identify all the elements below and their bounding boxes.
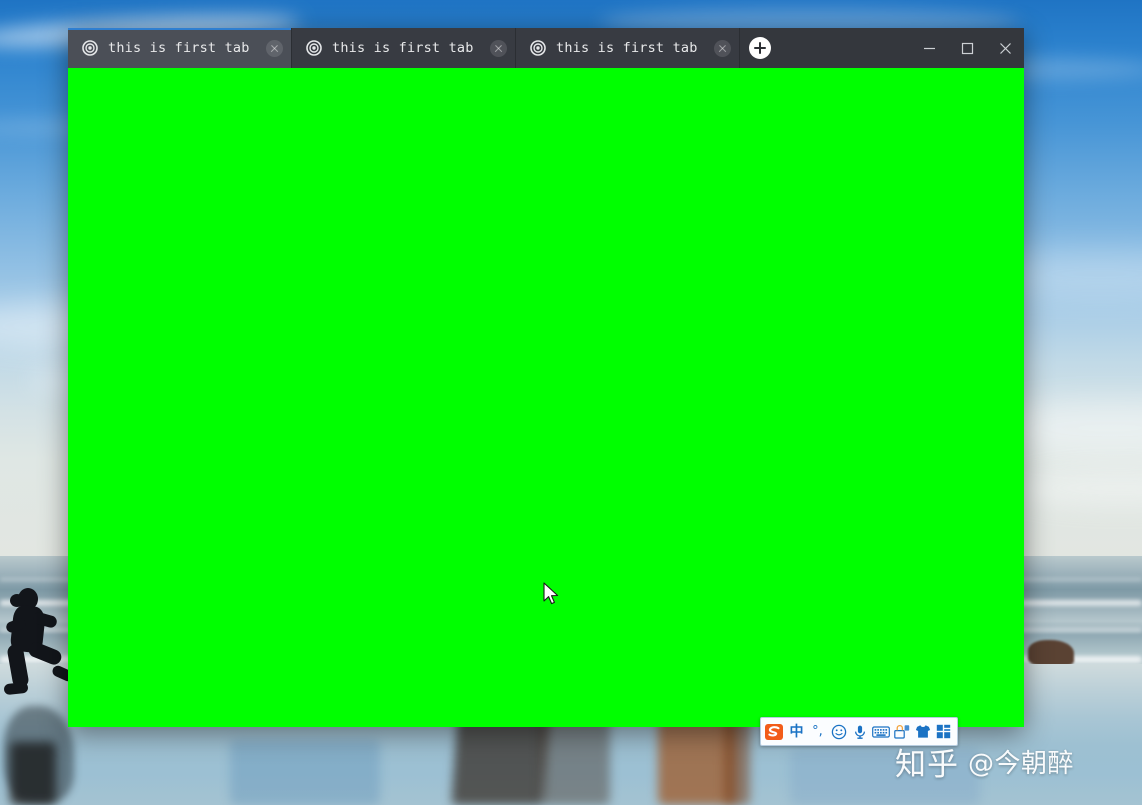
tab-close-button-1[interactable]	[490, 39, 507, 57]
target-circle-icon	[530, 40, 546, 56]
emoji-button[interactable]	[828, 719, 849, 744]
runner-reflection	[4, 706, 74, 802]
tab-item-1[interactable]: this is first tab	[292, 28, 516, 68]
soft-keyboard-button[interactable]	[870, 719, 891, 744]
window-controls	[910, 28, 1024, 68]
window-titlebar: this is first tab this is first tab this…	[68, 28, 1024, 68]
maximize-button[interactable]	[948, 28, 986, 68]
new-tab-button[interactable]	[749, 37, 771, 59]
keyboard-icon	[871, 725, 890, 738]
window-content-area[interactable]	[68, 68, 1024, 727]
titlebar-drag-area[interactable]	[771, 28, 910, 68]
tab-close-button-0[interactable]	[266, 39, 283, 57]
screenshot-icon	[893, 725, 909, 739]
emoji-icon	[831, 724, 846, 739]
grid-toolbox-icon	[936, 724, 951, 739]
chinese-mode-toggle[interactable]: 中	[786, 719, 807, 744]
tab-item-2[interactable]: this is first tab	[516, 28, 740, 68]
sand-reflection	[540, 714, 610, 805]
tab-close-button-2[interactable]	[714, 39, 731, 57]
app-window: this is first tab this is first tab this…	[68, 28, 1024, 727]
shore-rock	[1028, 640, 1074, 666]
desktop: this is first tab this is first tab this…	[0, 0, 1142, 805]
watermark: 知乎 @今朝醉	[895, 739, 1074, 784]
sogou-logo-icon[interactable]	[761, 719, 786, 744]
punctuation-toggle[interactable]: °,	[807, 719, 828, 744]
maximize-icon	[961, 42, 973, 54]
close-icon	[999, 42, 1011, 54]
runner-silhouette	[0, 588, 76, 704]
voice-input-button[interactable]	[849, 719, 870, 744]
tab-title-1: this is first tab	[332, 40, 474, 56]
tab-strip: this is first tab this is first tab this…	[68, 28, 771, 68]
punctuation-label: °,	[812, 724, 823, 739]
tab-title-0: this is first tab	[108, 40, 250, 56]
zhihu-logo-text: 知乎	[895, 747, 959, 783]
tab-title-2: this is first tab	[556, 40, 698, 56]
watermark-username: @今朝醉	[968, 749, 1075, 779]
target-circle-icon	[82, 40, 98, 56]
tshirt-icon	[915, 725, 930, 738]
sand-reflection	[230, 740, 380, 805]
tab-item-0[interactable]: this is first tab	[68, 28, 292, 68]
chinese-mode-label: 中	[789, 723, 804, 740]
close-window-button[interactable]	[986, 28, 1024, 68]
mouse-pointer	[543, 582, 559, 605]
minimize-icon	[923, 47, 935, 49]
microphone-icon	[854, 725, 865, 739]
target-circle-icon	[306, 40, 322, 56]
minimize-button[interactable]	[910, 28, 948, 68]
